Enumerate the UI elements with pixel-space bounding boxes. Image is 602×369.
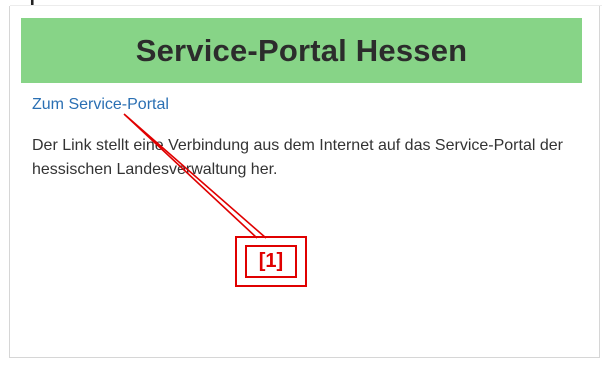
panel-description: Der Link stellt eine Verbindung aus dem … <box>32 137 563 178</box>
service-portal-link[interactable]: Zum Service-Portal <box>32 96 169 114</box>
panel-title: Service-Portal Hessen <box>135 32 468 68</box>
callout-inner-frame: [1] <box>245 245 297 278</box>
page: ] Service-Portal Hessen Zum Service-Port… <box>0 0 602 369</box>
callout-label: [1] <box>258 250 284 272</box>
panel-header: Service-Portal Hessen <box>21 18 582 83</box>
callout-box: [1] <box>235 236 307 287</box>
